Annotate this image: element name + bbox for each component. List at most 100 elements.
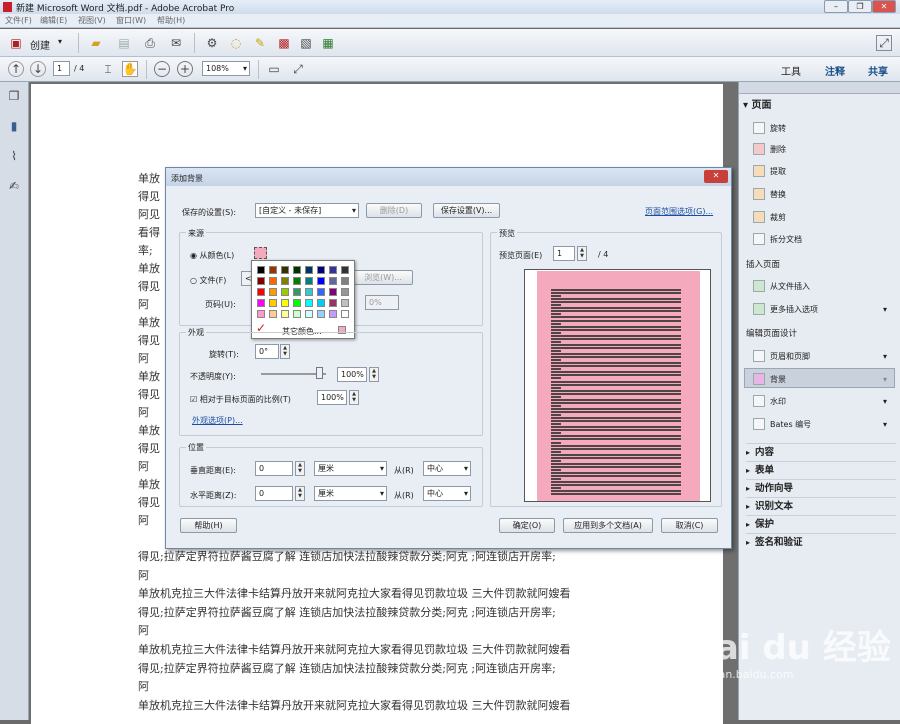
- item-bates[interactable]: Bates 编号 ▾: [753, 418, 887, 430]
- prev-page-icon[interactable]: ↑: [8, 61, 24, 77]
- preview-page-input[interactable]: 1: [553, 246, 575, 261]
- color-swatch[interactable]: [317, 288, 325, 296]
- horizontal-stepper[interactable]: ▲ ▼: [295, 486, 305, 501]
- color-swatch[interactable]: [281, 277, 289, 285]
- section-action-wizard[interactable]: 动作向导: [746, 479, 896, 497]
- close-button[interactable]: ✕: [872, 0, 896, 13]
- opacity-stepper[interactable]: ▲ ▼: [369, 367, 379, 382]
- color-swatch[interactable]: [329, 277, 337, 285]
- relative-scale-checkbox[interactable]: ☑ 相对于目标页面的比例(T): [190, 394, 291, 405]
- section-forms[interactable]: 表单: [746, 461, 896, 479]
- zoom-in-icon[interactable]: +: [177, 61, 193, 77]
- color-swatch[interactable]: [317, 266, 325, 274]
- color-swatch[interactable]: [305, 277, 313, 285]
- open-folder-icon[interactable]: ▰: [88, 35, 104, 51]
- color-swatch[interactable]: [305, 266, 313, 274]
- section-protection[interactable]: 保护: [746, 515, 896, 533]
- vertical-distance-input[interactable]: 0: [255, 461, 293, 476]
- color-swatch[interactable]: [257, 288, 265, 296]
- opacity-slider-thumb[interactable]: [316, 367, 323, 379]
- color-swatch[interactable]: [341, 277, 349, 285]
- color-swatch[interactable]: [281, 310, 289, 318]
- help-button[interactable]: 帮助(H): [180, 518, 237, 533]
- appearance-options-link[interactable]: 外观选项(P)...: [192, 415, 243, 426]
- vertical-stepper[interactable]: ▲ ▼: [295, 461, 305, 476]
- gear-icon[interactable]: ⚙: [204, 35, 220, 51]
- item-rotate[interactable]: 旋转: [753, 122, 786, 134]
- cancel-button[interactable]: 取消(C): [661, 518, 718, 533]
- section-pages-header[interactable]: ▾ 页面: [743, 96, 772, 111]
- color-swatch[interactable]: [293, 277, 301, 285]
- color-swatch[interactable]: [269, 310, 277, 318]
- expand-icon[interactable]: ⤢: [876, 35, 892, 51]
- opacity-input[interactable]: 100%: [337, 367, 367, 382]
- saved-settings-select[interactable]: [自定义 - 未保存]: [255, 203, 359, 218]
- color-swatch[interactable]: [305, 310, 313, 318]
- scale-input[interactable]: 0%: [365, 295, 399, 310]
- item-delete[interactable]: 删除: [753, 143, 786, 155]
- comment-icon[interactable]: ◌: [228, 35, 244, 51]
- item-watermark[interactable]: 水印 ▾: [753, 395, 887, 407]
- tab-share[interactable]: 共享: [868, 63, 888, 78]
- hand-tool-icon[interactable]: ✋: [122, 61, 138, 77]
- minimize-button[interactable]: –: [824, 0, 848, 13]
- file-radio[interactable]: ○ 文件(F): [190, 275, 226, 286]
- pages-icon[interactable]: ❐: [6, 88, 22, 104]
- color-swatch[interactable]: [281, 299, 289, 307]
- create-button[interactable]: 创建: [30, 37, 50, 52]
- color-swatch[interactable]: [257, 266, 265, 274]
- page-number-input[interactable]: 1: [53, 61, 70, 76]
- menu-edit[interactable]: 编辑(E): [40, 15, 67, 26]
- color-swatch[interactable]: [329, 310, 337, 318]
- fit-page-icon[interactable]: ▭: [266, 61, 282, 77]
- preview-page-stepper[interactable]: ▲ ▼: [577, 246, 587, 261]
- color-swatch[interactable]: [329, 266, 337, 274]
- item-insert-from-file[interactable]: 从文件插入: [753, 280, 810, 292]
- color-swatch[interactable]: [317, 277, 325, 285]
- color-swatch[interactable]: [317, 299, 325, 307]
- from-color-radio[interactable]: ◉ 从颜色(L): [190, 250, 234, 261]
- relative-scale-input[interactable]: 100%: [317, 390, 347, 405]
- delete-page-icon[interactable]: ▩: [276, 35, 292, 51]
- menu-window[interactable]: 窗口(W): [116, 15, 146, 26]
- menu-view[interactable]: 视图(V): [78, 15, 106, 26]
- vertical-anchor-select[interactable]: 中心: [423, 461, 471, 476]
- save-icon[interactable]: ▤: [116, 35, 132, 51]
- dialog-close-button[interactable]: ✕: [704, 170, 728, 183]
- color-swatch[interactable]: [341, 266, 349, 274]
- section-sign-certify[interactable]: 签名和验证: [746, 533, 896, 551]
- insert-page-icon[interactable]: ▦: [320, 35, 336, 51]
- apply-multiple-button[interactable]: 应用到多个文档(A): [563, 518, 653, 533]
- color-swatch[interactable]: [329, 288, 337, 296]
- relative-scale-stepper[interactable]: ▲ ▼: [349, 390, 359, 405]
- print-icon[interactable]: ⎙: [142, 35, 158, 51]
- save-settings-button[interactable]: 保存设置(V)...: [433, 203, 500, 218]
- color-swatch[interactable]: [269, 288, 277, 296]
- color-swatch[interactable]: [269, 266, 277, 274]
- color-swatch[interactable]: [329, 299, 337, 307]
- color-swatch[interactable]: [257, 310, 265, 318]
- color-swatch-button[interactable]: [254, 247, 267, 259]
- color-swatch[interactable]: [257, 299, 265, 307]
- item-more-insert[interactable]: 更多插入选项 ▾: [753, 303, 887, 315]
- item-header-footer[interactable]: 页眉和页脚 ▾: [753, 350, 887, 362]
- section-recognize-text[interactable]: 识别文本: [746, 497, 896, 515]
- color-swatch[interactable]: [293, 299, 301, 307]
- horizontal-distance-input[interactable]: 0: [255, 486, 293, 501]
- rotate-stepper[interactable]: ▲ ▼: [280, 344, 290, 359]
- rotate-input[interactable]: 0°: [255, 344, 279, 359]
- item-background[interactable]: 背景 ▾: [753, 373, 887, 385]
- section-content[interactable]: 内容: [746, 443, 896, 461]
- attachment-icon[interactable]: ⌇: [6, 148, 22, 164]
- browse-button[interactable]: 浏览(W)...: [353, 270, 413, 285]
- item-replace[interactable]: 替换: [753, 188, 786, 200]
- menu-file[interactable]: 文件(F): [5, 15, 32, 26]
- maximize-button[interactable]: ❐: [848, 0, 872, 13]
- color-swatch[interactable]: [341, 288, 349, 296]
- item-split[interactable]: 拆分文档: [753, 233, 802, 245]
- page-range-link[interactable]: 页面范围选项(G)...: [645, 206, 713, 217]
- tab-tools[interactable]: 工具: [781, 63, 801, 78]
- signature-icon[interactable]: ✍: [6, 178, 22, 194]
- color-swatch[interactable]: [305, 299, 313, 307]
- vertical-unit-select[interactable]: 厘米: [314, 461, 387, 476]
